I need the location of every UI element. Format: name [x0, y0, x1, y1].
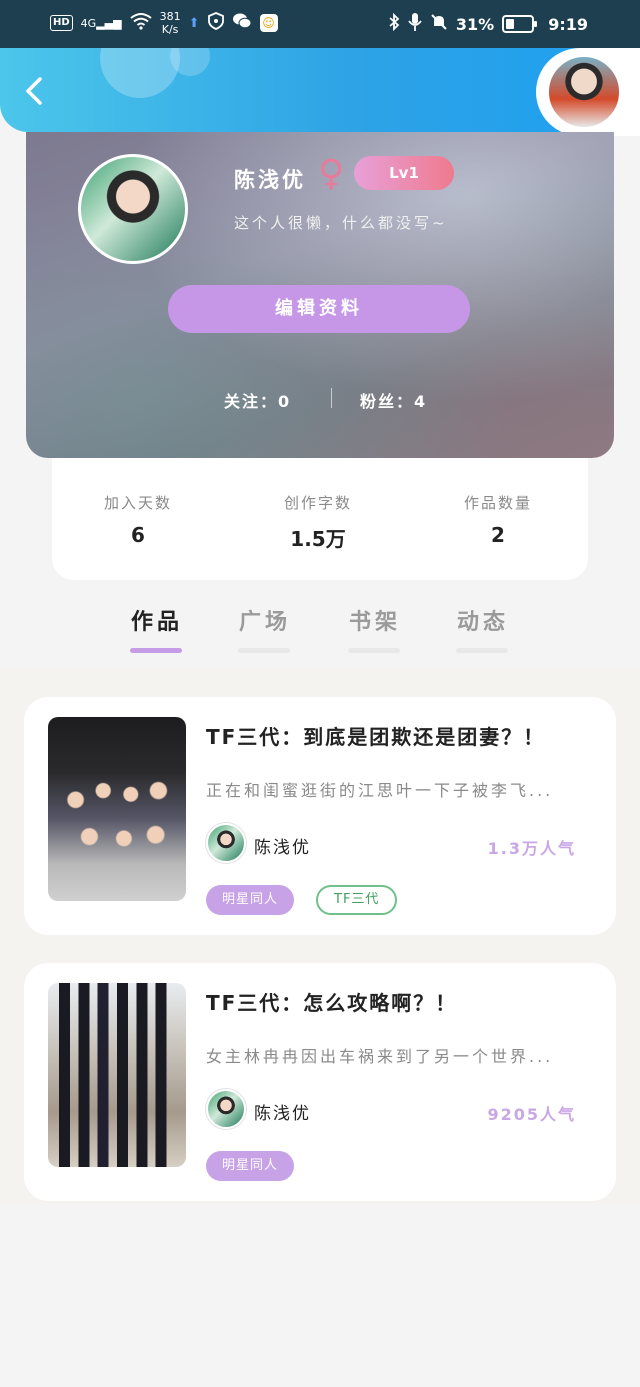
divider [331, 388, 332, 408]
net-speed-value: 381 [159, 10, 181, 23]
followers-count[interactable]: 粉丝：4 [360, 388, 427, 412]
work-card[interactable]: TF三代：到底是团欺还是团妻？！ 正在和闺蜜逛街的江思叶一下子被李飞... 陈浅… [24, 697, 616, 935]
status-bar: HD 4G▂▄▆ 381 K/s ⬆ ☺ 31% 9:19 [0, 0, 640, 48]
chevron-left-icon [26, 77, 42, 105]
mute-bell-icon [430, 13, 448, 35]
shield-icon [207, 12, 224, 34]
tag-celebrity-fanfic[interactable]: 明星同人 [206, 885, 295, 915]
female-icon: ♀ [318, 153, 345, 194]
battery-icon [502, 15, 538, 33]
edit-profile-button[interactable]: 编辑资料 [168, 285, 470, 333]
work-description: 女主林冉冉因出车祸来到了另一个世界... [206, 1047, 554, 1066]
follow-stats: 关注：0 粉丝：4 [26, 384, 614, 414]
stat-value: 1.5万 [290, 527, 346, 551]
stat-label: 作品数量 [463, 494, 532, 512]
author-name: 陈浅优 [254, 838, 311, 858]
signal-icon: 4G▂▄▆ [80, 16, 122, 30]
hd-indicator: HD [50, 15, 73, 31]
app-notify-icon: ⬆ [188, 15, 200, 31]
tab-label: 作品 [130, 610, 183, 635]
tab-indicator [348, 648, 400, 653]
battery-level: 31% [455, 14, 495, 34]
tag-tf3[interactable]: TF三代 [316, 885, 398, 915]
tab-works[interactable]: 作品 [124, 604, 190, 653]
work-cover-image[interactable] [48, 717, 186, 901]
level-badge: Lv1 [354, 156, 454, 190]
tab-bar: 作品 广场 书架 动态 [0, 600, 640, 660]
stat-join-days: 加入天数 6 [68, 492, 208, 547]
tab-square[interactable]: 广场 [232, 604, 298, 653]
network-type: 4G [80, 16, 97, 30]
username: 陈浅优 [234, 168, 306, 192]
profile-card: 陈浅优 ♀ Lv1 这个人很懒，什么都没写~ 编辑资料 关注：0 粉丝：4 [26, 132, 614, 458]
net-speed-unit: K/s [161, 23, 179, 36]
emoji-app-icon: ☺ [259, 14, 278, 32]
net-speed: 381 K/s [160, 10, 181, 36]
bluetooth-icon [388, 12, 400, 35]
stat-word-count: 创作字数 1.5万 [248, 492, 388, 552]
microphone-icon [408, 12, 422, 36]
following-count[interactable]: 关注：0 [224, 388, 291, 412]
popularity-count: 9205人气 [487, 1105, 576, 1124]
wechat-icon [232, 12, 252, 34]
back-button[interactable] [22, 76, 50, 106]
wifi-icon [129, 12, 152, 34]
floating-avatar[interactable] [546, 54, 622, 130]
stat-value: 2 [491, 523, 505, 547]
work-cover-image[interactable] [48, 983, 186, 1167]
tab-indicator [130, 648, 182, 653]
tab-indicator [456, 648, 508, 653]
tab-label: 动态 [456, 610, 509, 635]
tab-indicator [238, 648, 290, 653]
work-title[interactable]: TF三代：怎么攻略啊？！ [206, 987, 457, 1016]
author-name: 陈浅优 [254, 1104, 311, 1124]
user-bio: 这个人很懒，什么都没写~ [234, 214, 448, 232]
works-list: TF三代：到底是团欺还是团妻？！ 正在和闺蜜逛街的江思叶一下子被李飞... 陈浅… [0, 668, 640, 1204]
author-avatar [206, 823, 246, 863]
stat-label: 创作字数 [283, 494, 352, 512]
user-avatar[interactable] [78, 154, 188, 264]
clock: 9:19 [548, 14, 588, 34]
author-avatar [206, 1089, 246, 1129]
work-title[interactable]: TF三代：到底是团欺还是团妻？！ [206, 721, 545, 750]
tab-label: 广场 [238, 610, 291, 635]
stats-card: 加入天数 6 创作字数 1.5万 作品数量 2 [52, 458, 588, 580]
stat-works-count: 作品数量 2 [428, 492, 568, 547]
tab-bookshelf[interactable]: 书架 [342, 604, 408, 653]
tab-label: 书架 [348, 610, 401, 635]
work-description: 正在和闺蜜逛街的江思叶一下子被李飞... [206, 781, 554, 800]
stat-label: 加入天数 [103, 494, 172, 512]
popularity-count: 1.3万人气 [487, 839, 576, 858]
tag-celebrity-fanfic[interactable]: 明星同人 [206, 1151, 295, 1181]
work-card[interactable]: TF三代：怎么攻略啊？！ 女主林冉冉因出车祸来到了另一个世界... 陈浅优 92… [24, 963, 616, 1201]
stat-value: 6 [131, 523, 145, 547]
decor-bubble [100, 48, 180, 98]
tab-moments[interactable]: 动态 [450, 604, 516, 653]
